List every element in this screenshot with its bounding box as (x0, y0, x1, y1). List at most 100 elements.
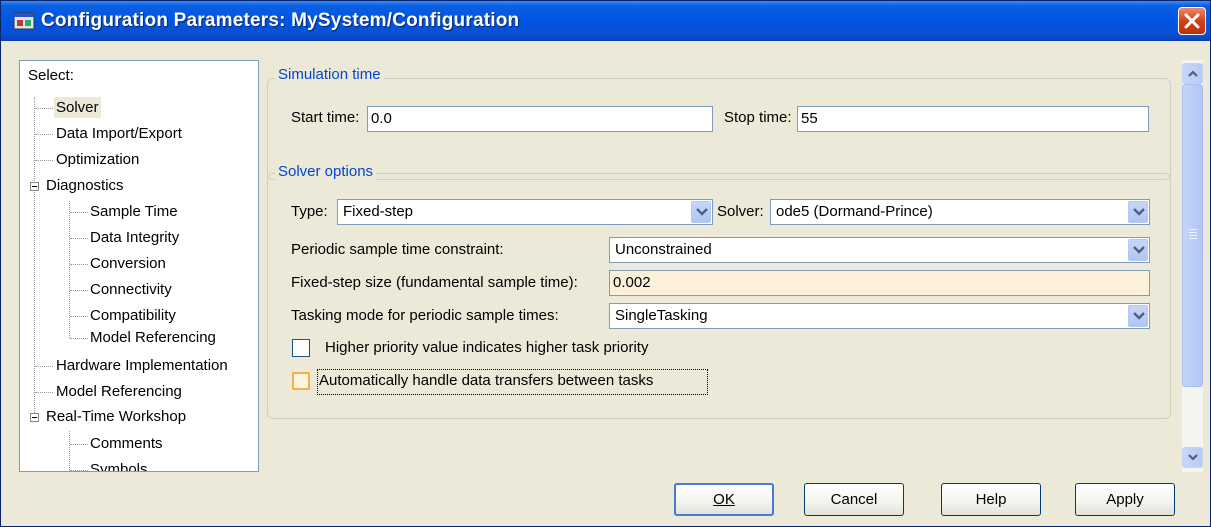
periodic-constraint-value: Unconstrained (615, 241, 712, 258)
step-size-input[interactable]: 0.002 (609, 270, 1150, 296)
data-transfer-checkbox[interactable] (292, 372, 310, 390)
app-icon (13, 12, 35, 30)
start-time-label: Start time: (291, 109, 360, 126)
periodic-dropdown-button[interactable] (1128, 239, 1148, 261)
group-title-solver-options: Solver options (275, 163, 377, 180)
config-dialog: Configuration Parameters: MySystem/Confi… (0, 0, 1211, 527)
stop-time-label: Stop time: (724, 109, 792, 126)
scroll-thumb[interactable] (1182, 84, 1203, 387)
tree-item-compatibility[interactable]: Compatibility (90, 305, 176, 327)
title-bar[interactable]: Configuration Parameters: MySystem/Confi… (1, 1, 1210, 41)
apply-button-label: Apply (1106, 491, 1144, 508)
tree-connector (35, 108, 53, 109)
tree-item-diag-model-referencing[interactable]: Model Referencing (90, 327, 216, 349)
solver-select-value: ode5 (Dormand-Prince) (776, 203, 933, 220)
scroll-up-button[interactable] (1182, 63, 1203, 84)
tree-item-label: Comments (90, 435, 163, 452)
type-dropdown-button[interactable] (691, 201, 711, 223)
tree-connector (70, 238, 88, 239)
tree-item-label: Connectivity (90, 281, 172, 298)
tree-item-connectivity[interactable]: Connectivity (90, 279, 172, 301)
tree-item-label: Compatibility (90, 307, 176, 324)
category-tree[interactable]: Select: Solver Data Import/Export Optimi… (19, 60, 259, 472)
tree-item-label: Sample Time (90, 203, 178, 220)
tree-header: Select: (28, 67, 74, 84)
tree-item-label: Data Import/Export (56, 125, 182, 142)
tree-item-symbols[interactable]: Symbols (90, 459, 148, 471)
tree-connector (35, 392, 53, 393)
solver-select[interactable]: ode5 (Dormand-Prince) (770, 199, 1150, 225)
help-button-label: Help (975, 491, 1007, 508)
chevron-down-icon (1133, 312, 1145, 320)
chevron-down-icon (1188, 454, 1198, 461)
window-title: Configuration Parameters: MySystem/Confi… (41, 10, 520, 31)
grip-line (1189, 229, 1197, 230)
apply-button[interactable]: Apply (1075, 483, 1175, 516)
periodic-constraint-label: Periodic sample time constraint: (291, 241, 504, 258)
tree-connector (70, 444, 88, 445)
tree-connector (70, 470, 88, 471)
priority-checkbox[interactable] (292, 339, 310, 357)
tree-item-label: Model Referencing (90, 329, 216, 346)
periodic-constraint-select[interactable]: Unconstrained (609, 237, 1150, 263)
grip-line (1189, 238, 1197, 239)
cancel-button[interactable]: Cancel (804, 483, 904, 516)
start-time-input[interactable]: 0.0 (367, 106, 713, 132)
vertical-scrollbar[interactable] (1182, 60, 1203, 472)
solver-label: Solver: (717, 203, 764, 220)
tree-item-sample-time[interactable]: Sample Time (90, 201, 178, 223)
tree-item-hardware-implementation[interactable]: Hardware Implementation (56, 355, 228, 377)
grip-line (1189, 232, 1197, 233)
help-button[interactable]: Help (941, 483, 1041, 516)
close-button[interactable] (1178, 7, 1206, 35)
tree-connector (35, 134, 53, 135)
tasking-dropdown-button[interactable] (1128, 305, 1148, 327)
chevron-up-icon (1188, 70, 1198, 77)
tree-item-label: Optimization (56, 151, 140, 168)
collapse-toggle-diagnostics[interactable] (30, 182, 39, 191)
solver-dropdown-button[interactable] (1128, 201, 1148, 223)
tree-item-conversion[interactable]: Conversion (90, 253, 166, 275)
tree-connector (69, 201, 70, 338)
tree-connector (69, 431, 70, 471)
tree-item-model-referencing[interactable]: Model Referencing (56, 381, 182, 403)
tasking-mode-label: Tasking mode for periodic sample times: (291, 307, 559, 324)
ok-button[interactable]: OK (674, 483, 774, 516)
tree-item-label: Real-Time Workshop (46, 408, 187, 425)
tree-connector (70, 290, 88, 291)
type-select[interactable]: Fixed-step (337, 199, 713, 225)
tree-connector (35, 366, 53, 367)
group-title-simulation-time: Simulation time (275, 66, 384, 83)
stop-time-input[interactable]: 55 (797, 106, 1149, 132)
tree-connector (34, 97, 35, 417)
tree-item-label: Model Referencing (56, 383, 182, 400)
tree-item-data-import-export[interactable]: Data Import/Export (56, 123, 182, 145)
tree-connector (70, 212, 88, 213)
tree-item-diagnostics[interactable]: Diagnostics (46, 175, 124, 197)
cancel-button-label: Cancel (830, 491, 878, 508)
tree-item-label: Hardware Implementation (56, 357, 228, 374)
tree-item-solver[interactable]: Solver (54, 97, 101, 119)
type-label: Type: (291, 203, 328, 220)
tree-item-real-time-workshop[interactable]: Real-Time Workshop (46, 406, 186, 428)
tree-item-label: Solver (54, 97, 101, 118)
chevron-down-icon (1133, 246, 1145, 254)
priority-checkbox-label[interactable]: Higher priority value indicates higher t… (325, 339, 648, 356)
tasking-mode-select[interactable]: SingleTasking (609, 303, 1150, 329)
tree-item-label: Data Integrity (90, 229, 180, 246)
type-select-value: Fixed-step (343, 203, 414, 220)
chevron-down-icon (1133, 208, 1145, 216)
ok-button-label: OK (713, 491, 735, 508)
tree-item-label: Conversion (90, 255, 166, 272)
tree-connector (35, 160, 53, 161)
tree-item-optimization[interactable]: Optimization (56, 149, 139, 171)
collapse-toggle-rtw[interactable] (30, 413, 39, 422)
chevron-down-icon (696, 208, 708, 216)
data-transfer-checkbox-label[interactable]: Automatically handle data transfers betw… (319, 372, 653, 389)
settings-panel: Simulation time Start time: 0.0 Stop tim… (265, 60, 1181, 472)
tree-item-data-integrity[interactable]: Data Integrity (90, 227, 179, 249)
tree-item-comments[interactable]: Comments (90, 433, 163, 455)
scroll-down-button[interactable] (1182, 447, 1203, 468)
tree-connector (70, 316, 88, 317)
tree-connector (70, 338, 88, 339)
